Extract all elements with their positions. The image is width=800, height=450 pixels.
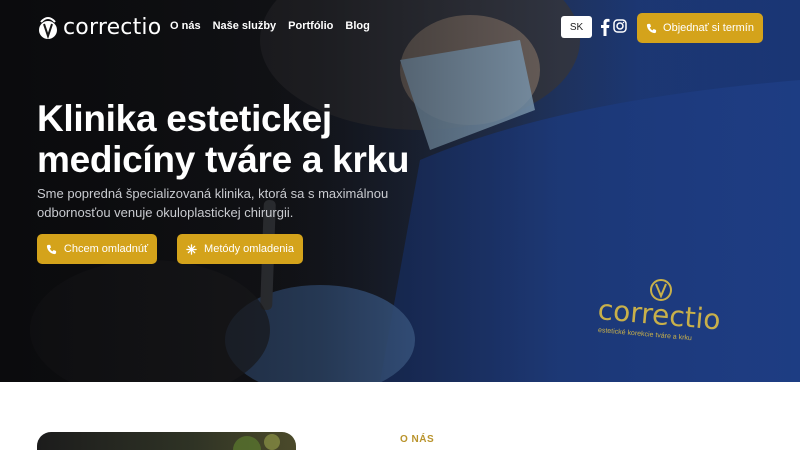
methods-button-label: Metódy omladenia xyxy=(204,243,294,255)
site-header: correctio O nás Naše služby Portfólio Bl… xyxy=(0,0,800,56)
main-nav: O nás Naše služby Portfólio Blog xyxy=(170,20,370,32)
phone-icon xyxy=(646,23,657,33)
rejuvenate-button[interactable]: Chcem omladnúť xyxy=(37,234,157,264)
book-appointment-label: Objednať si termín xyxy=(663,22,754,34)
facebook-icon[interactable] xyxy=(600,18,610,36)
logo[interactable]: correctio xyxy=(37,15,161,40)
page-title: Klinika estetickej medicíny tváre a krku xyxy=(37,98,410,180)
methods-button[interactable]: Metódy omladenia xyxy=(177,234,303,264)
nav-item-about[interactable]: O nás xyxy=(170,20,201,32)
nav-item-portfolio[interactable]: Portfólio xyxy=(288,20,333,32)
correctio-flower-icon xyxy=(39,16,57,39)
about-photo xyxy=(233,434,280,450)
nav-item-blog[interactable]: Blog xyxy=(345,20,369,32)
about-section-label: O NÁS xyxy=(400,434,435,445)
language-switch[interactable]: SK xyxy=(561,16,592,38)
about-image xyxy=(37,432,296,450)
phone-icon xyxy=(46,244,56,254)
sparkle-icon xyxy=(186,243,197,255)
wall-brand-sign: correctio estetické korekcie tváre a krk… xyxy=(597,275,738,365)
hero-subtitle: Sme popredná špecializovaná klinika, kto… xyxy=(37,186,389,220)
rejuvenate-button-label: Chcem omladnúť xyxy=(63,243,149,255)
logo-text: correctio xyxy=(63,15,162,40)
nav-item-services[interactable]: Naše služby xyxy=(213,20,277,32)
book-appointment-button[interactable]: Objednať si termín xyxy=(637,13,763,43)
instagram-icon[interactable] xyxy=(613,19,627,33)
